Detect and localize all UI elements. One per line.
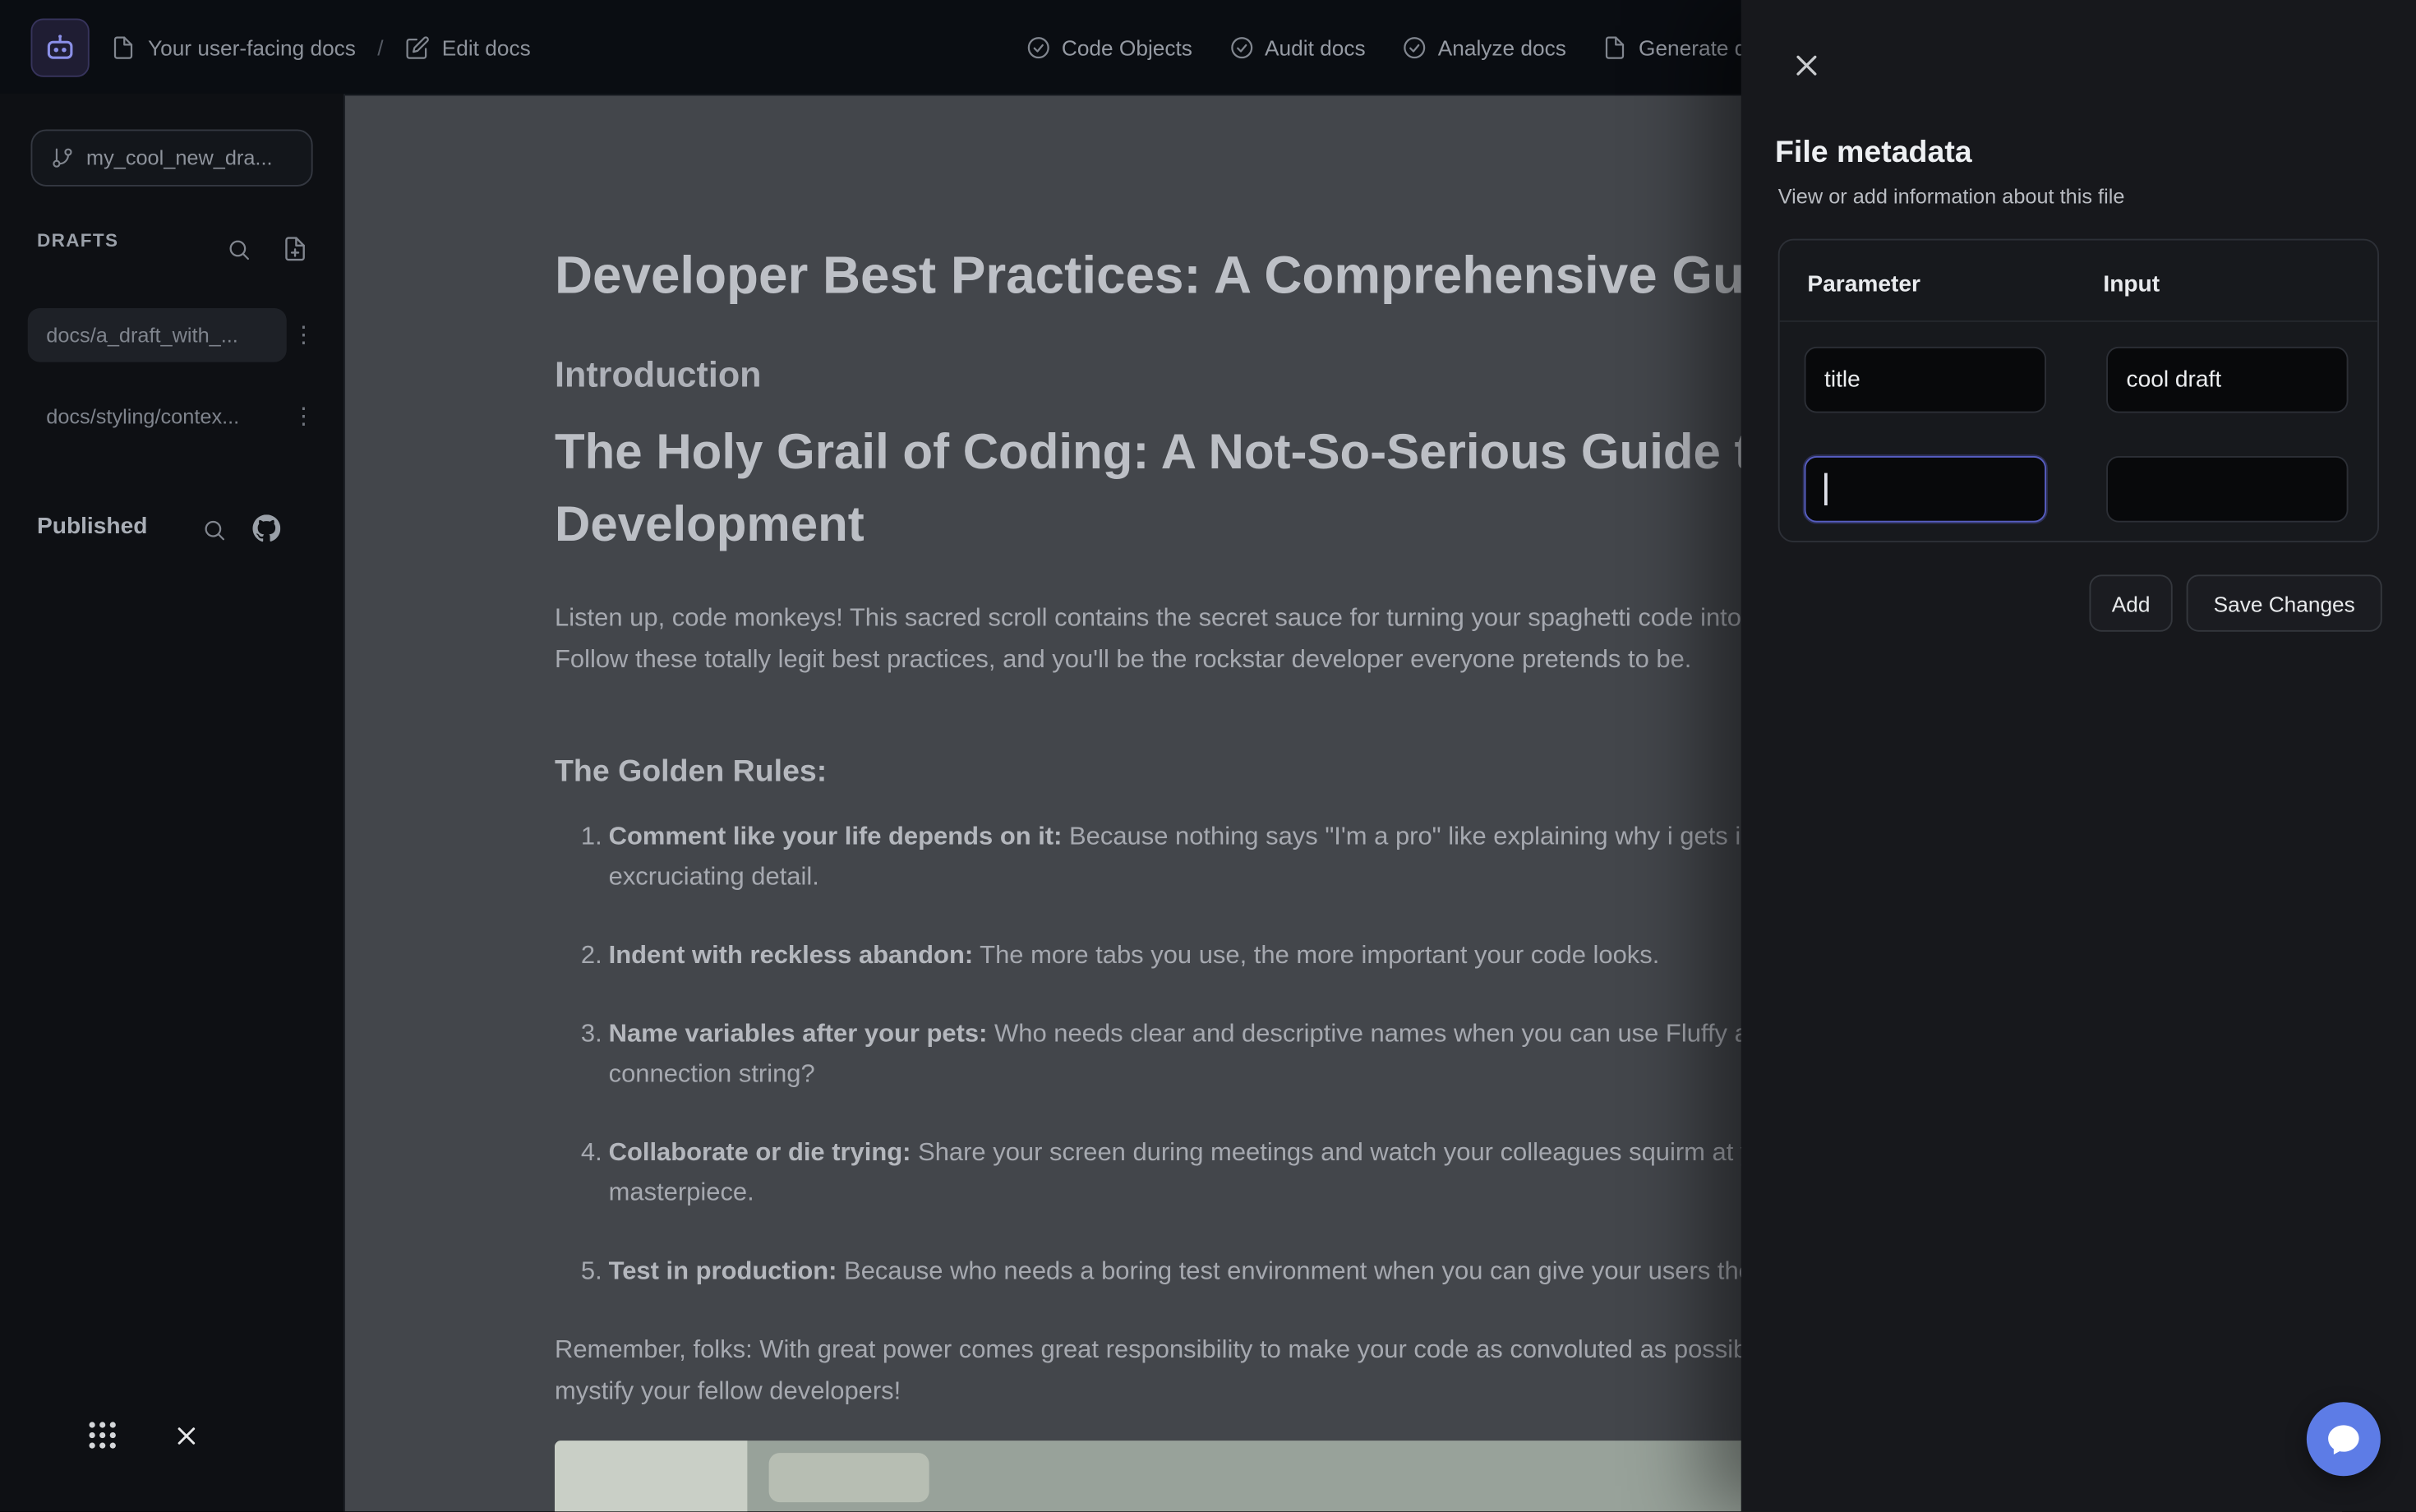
rule-text: Share your screen during meetings and wa… [911,1139,1790,1167]
app-window: Your user-facing docs / Edit docs Code O… [0,0,2416,1511]
rule-lead: Comment like your life depends on it: [609,823,1063,850]
paragraph-line: Follow these totally legit best practice… [555,639,1804,681]
check-circle-icon [1403,35,1427,59]
doc-title: Developer Best Practices: A Comprehensiv… [555,247,1820,307]
nav-code-objects[interactable]: Code Objects [1026,35,1192,59]
search-drafts-icon[interactable] [227,237,251,262]
robot-icon [44,31,77,65]
rule-text-continued: connection string? [609,1054,1930,1095]
embedded-image-left-pane [555,1441,747,1511]
nav-analyze-docs[interactable]: Analyze docs [1403,35,1566,59]
rule-lead: Indent with reckless abandon: [609,942,974,970]
list-number: 3. [581,1014,602,1054]
paragraph-line: Listen up, code monkeys! This sacred scr… [555,598,1804,640]
document-icon [111,35,136,59]
doc-paragraph: Listen up, code monkeys! This sacred scr… [555,598,1804,681]
metadata-table: Parameter Input title cool draft [1778,239,2379,542]
list-item: 4. Collaborate or die trying: Share your… [555,1132,1790,1213]
file-metadata-panel: File metadata View or add information ab… [1741,0,2416,1511]
paragraph-line: Remember, folks: With great power comes … [555,1330,1817,1371]
kebab-menu-icon[interactable]: ⋮ [291,320,316,348]
chat-bubble-icon [2325,1421,2362,1458]
list-item: 1. Comment like your life depends on it:… [555,817,1902,897]
nav-label: Code Objects [1062,35,1192,59]
draft-item-label: docs/styling/contex... [46,405,239,428]
rule-text: The more tabs you use, the more importan… [973,942,1659,970]
panel-title: File metadata [1775,136,1972,171]
rule-text: Because who needs a boring test environm… [837,1257,1854,1285]
grid-dots-icon[interactable] [85,1418,120,1461]
breadcrumb-docs[interactable]: Your user-facing docs [148,35,356,59]
rule-lead: Test in production: [609,1257,837,1285]
value-input-row1[interactable]: cool draft [2106,347,2348,413]
published-section-label: Published [37,513,147,539]
github-icon[interactable] [253,514,281,542]
parameter-input-row1[interactable]: title [1805,347,2046,413]
close-icon [1791,50,1821,80]
add-button[interactable]: Add [2090,574,2173,631]
rule-text-continued: masterpiece. [609,1173,1790,1213]
embedded-image-chip [769,1453,929,1502]
list-number: 5. [581,1252,602,1292]
doc-section-heading: Introduction [555,354,762,396]
column-header-parameter: Parameter [1807,271,1920,297]
branch-name: my_cool_new_dra... [86,146,273,169]
save-changes-button[interactable]: Save Changes [2187,574,2382,631]
app-logo[interactable] [31,19,90,77]
sidebar: my_cool_new_dra... DRAFTS docs/a_draft_w… [0,94,345,1511]
branch-selector[interactable]: my_cool_new_dra... [31,130,313,187]
draft-item[interactable]: docs/styling/contex... [28,390,287,444]
rule-lead: Name variables after your pets: [609,1020,988,1048]
search-published-icon[interactable] [202,518,227,542]
list-item: 5. Test in production: Because who needs… [555,1252,1855,1292]
breadcrumb-separator: / [377,35,383,59]
column-header-input: Input [2103,271,2160,297]
doc-rules-heading: The Golden Rules: [555,755,827,791]
list-number: 1. [581,817,602,857]
draft-item-selected[interactable]: docs/a_draft_with_... [28,308,287,362]
breadcrumb-edit[interactable]: Edit docs [442,35,531,59]
check-circle-icon [1026,35,1051,59]
list-item: 2. Indent with reckless abandon: The mor… [555,935,1659,975]
drafts-section-label: DRAFTS [37,229,118,251]
nav-label: Analyze docs [1438,35,1566,59]
nav-label: Audit docs [1265,35,1366,59]
list-item: 3. Name variables after your pets: Who n… [555,1014,1930,1095]
kebab-menu-icon[interactable]: ⋮ [291,402,316,430]
paragraph-line: mystify your fellow developers! [555,1371,1817,1413]
file-icon [1603,35,1628,59]
nav-audit-docs[interactable]: Audit docs [1229,35,1366,59]
close-widget-icon[interactable] [174,1424,199,1456]
rule-lead: Collaborate or die trying: [609,1139,911,1167]
text-caret [1824,473,1827,505]
edit-icon [405,35,430,59]
git-branch-icon [51,146,74,169]
breadcrumb: Your user-facing docs / Edit docs [111,0,531,94]
parameter-input-row2[interactable] [1805,456,2046,523]
list-number: 2. [581,935,602,975]
close-panel-button[interactable] [1784,44,1828,87]
panel-subtitle: View or add information about this file [1778,185,2125,208]
doc-paragraph: Remember, folks: With great power comes … [555,1330,1817,1413]
value-input-row2[interactable] [2106,456,2348,523]
check-circle-icon [1229,35,1254,59]
chat-launcher-button[interactable] [2307,1402,2381,1476]
new-draft-icon[interactable] [282,236,308,262]
navbar-actions: Code Objects Audit docs Analyze docs Gen… [1026,0,1780,94]
rule-text-continued: excruciating detail. [609,857,1902,897]
list-number: 4. [581,1132,602,1173]
table-header-divider [1780,320,2378,322]
draft-item-label: docs/a_draft_with_... [46,324,238,347]
